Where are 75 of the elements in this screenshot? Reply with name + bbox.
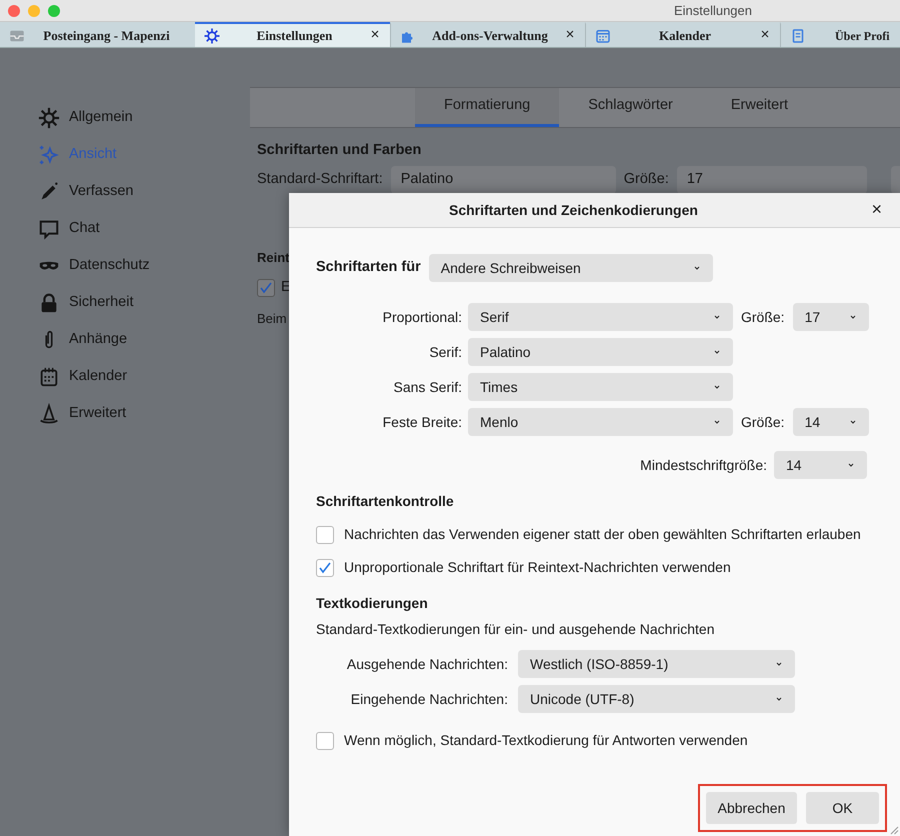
font-dropdown[interactable]: Times — [468, 373, 733, 401]
field-label: Proportional: — [382, 308, 462, 327]
browser-tab[interactable]: Einstellungen × — [195, 22, 390, 47]
field-label: Größe: — [624, 170, 669, 189]
close-window-button[interactable] — [8, 4, 20, 16]
font-dropdown[interactable]: Serif — [468, 303, 733, 331]
checkbox-label: Unproportionale Schriftart für Reintext-Nachrichten verwenden — [344, 558, 731, 577]
section-heading: Reint — [257, 248, 290, 267]
browser-tab[interactable]: Posteingang - Mapenzi — [0, 22, 195, 47]
gear-icon — [203, 26, 221, 44]
close-icon[interactable]: × — [563, 24, 577, 47]
settings-tab[interactable]: Schlagwörter — [559, 88, 702, 127]
close-icon[interactable]: × — [368, 24, 382, 47]
sparkle-icon — [38, 144, 60, 166]
checkbox-label: Wenn möglich, Standard-Textkodierung für Antworten verwenden — [344, 731, 748, 750]
field-label: Größe: — [741, 412, 785, 432]
sidebar-item[interactable]: Allgemein — [38, 99, 228, 136]
browser-tab[interactable]: Kalender × — [585, 22, 780, 47]
settings-tab[interactable]: Formatierung — [415, 88, 560, 127]
tab-label: Kalender — [658, 26, 712, 45]
wizard-hat-icon — [38, 402, 60, 424]
sidebar-item[interactable]: Kalender — [38, 358, 228, 395]
size-dropdown[interactable]: 14 — [774, 451, 867, 479]
field-label: Serif: — [428, 342, 462, 362]
tab-label: Einstellungen — [256, 26, 334, 45]
body-text: Beim — [257, 310, 287, 328]
font-dropdown[interactable]: Palatino — [390, 166, 616, 194]
settings-tab[interactable]: Erweitert — [702, 88, 818, 127]
size-dropdown[interactable]: 17 — [676, 166, 867, 194]
zoom-window-button[interactable] — [48, 4, 60, 16]
dialog-button[interactable]: OK — [806, 792, 879, 824]
field-label: Ausgehende Nachrichten: — [346, 654, 508, 674]
close-icon[interactable]: × — [758, 24, 772, 47]
sidebar-item[interactable]: Datenschutz — [38, 247, 228, 284]
size-dropdown[interactable]: 14 — [792, 408, 869, 436]
checkbox[interactable] — [257, 279, 275, 298]
sidebar-item[interactable]: Verfassen — [38, 173, 228, 210]
speech-bubble-icon — [38, 218, 60, 240]
minimize-window-button[interactable] — [28, 4, 40, 16]
section-heading: Schriftartenkontrolle — [316, 492, 455, 511]
field-label: Eingehende Nachrichten: — [350, 690, 508, 709]
script-dropdown[interactable]: Andere Schreibweisen — [428, 254, 713, 282]
checkbox[interactable] — [316, 526, 334, 544]
field-label: Feste Breite: — [382, 412, 462, 432]
checkbox-label: Nachrichten das Verwenden eigener statt der oben gewählten Schriftarten erlauben — [344, 525, 861, 544]
tab-label: Posteingang - Mapenzi — [42, 26, 171, 45]
font-dropdown[interactable]: Palatino — [468, 338, 733, 366]
tab-label: Über Profi — [835, 28, 890, 44]
field-label: Größe: — [741, 308, 785, 326]
sidebar-item[interactable]: Anhänge — [38, 321, 228, 358]
browser-tab[interactable]: Add-ons-Verwaltung × — [390, 22, 585, 47]
encoding-dropdown[interactable]: Unicode (UTF-8) — [518, 685, 795, 713]
size-dropdown[interactable]: 17 — [792, 303, 869, 331]
encoding-dropdown[interactable]: Westlich (ISO-8859-1) — [518, 650, 795, 678]
checkbox[interactable] — [316, 558, 334, 576]
field-label: Schriftarten für — [316, 258, 421, 278]
checkbox[interactable] — [316, 732, 334, 750]
sidebar-item[interactable]: Erweitert — [38, 395, 228, 432]
field-label: Sans Serif: — [392, 378, 462, 396]
gear-icon — [38, 106, 60, 128]
section-heading: Textkodierungen — [316, 594, 429, 613]
window-title: Einstellungen — [674, 2, 752, 20]
dialog-button[interactable]: Abbrechen — [706, 792, 797, 824]
font-dropdown[interactable]: Menlo — [468, 408, 733, 436]
field-label: Mindestschriftgröße: — [640, 456, 767, 475]
section-heading: Schriftarten und Farben — [257, 141, 422, 160]
sidebar-item[interactable]: Sicherheit — [38, 284, 228, 321]
browser-tab[interactable]: Über Profi — [780, 22, 900, 47]
field-label: Standard-Schriftart: — [257, 170, 383, 189]
tab-label: Add-ons-Verwaltung — [431, 26, 549, 45]
dialog-title: Schriftarten und Zeichenkodierungen — [449, 200, 698, 220]
sidebar-item[interactable]: Chat — [38, 210, 228, 247]
calendar-icon — [38, 366, 60, 388]
description-text: Standard-Textkodierungen für ein- und ausgehende Nachrichten — [316, 620, 716, 639]
close-icon[interactable]: × — [871, 199, 882, 219]
